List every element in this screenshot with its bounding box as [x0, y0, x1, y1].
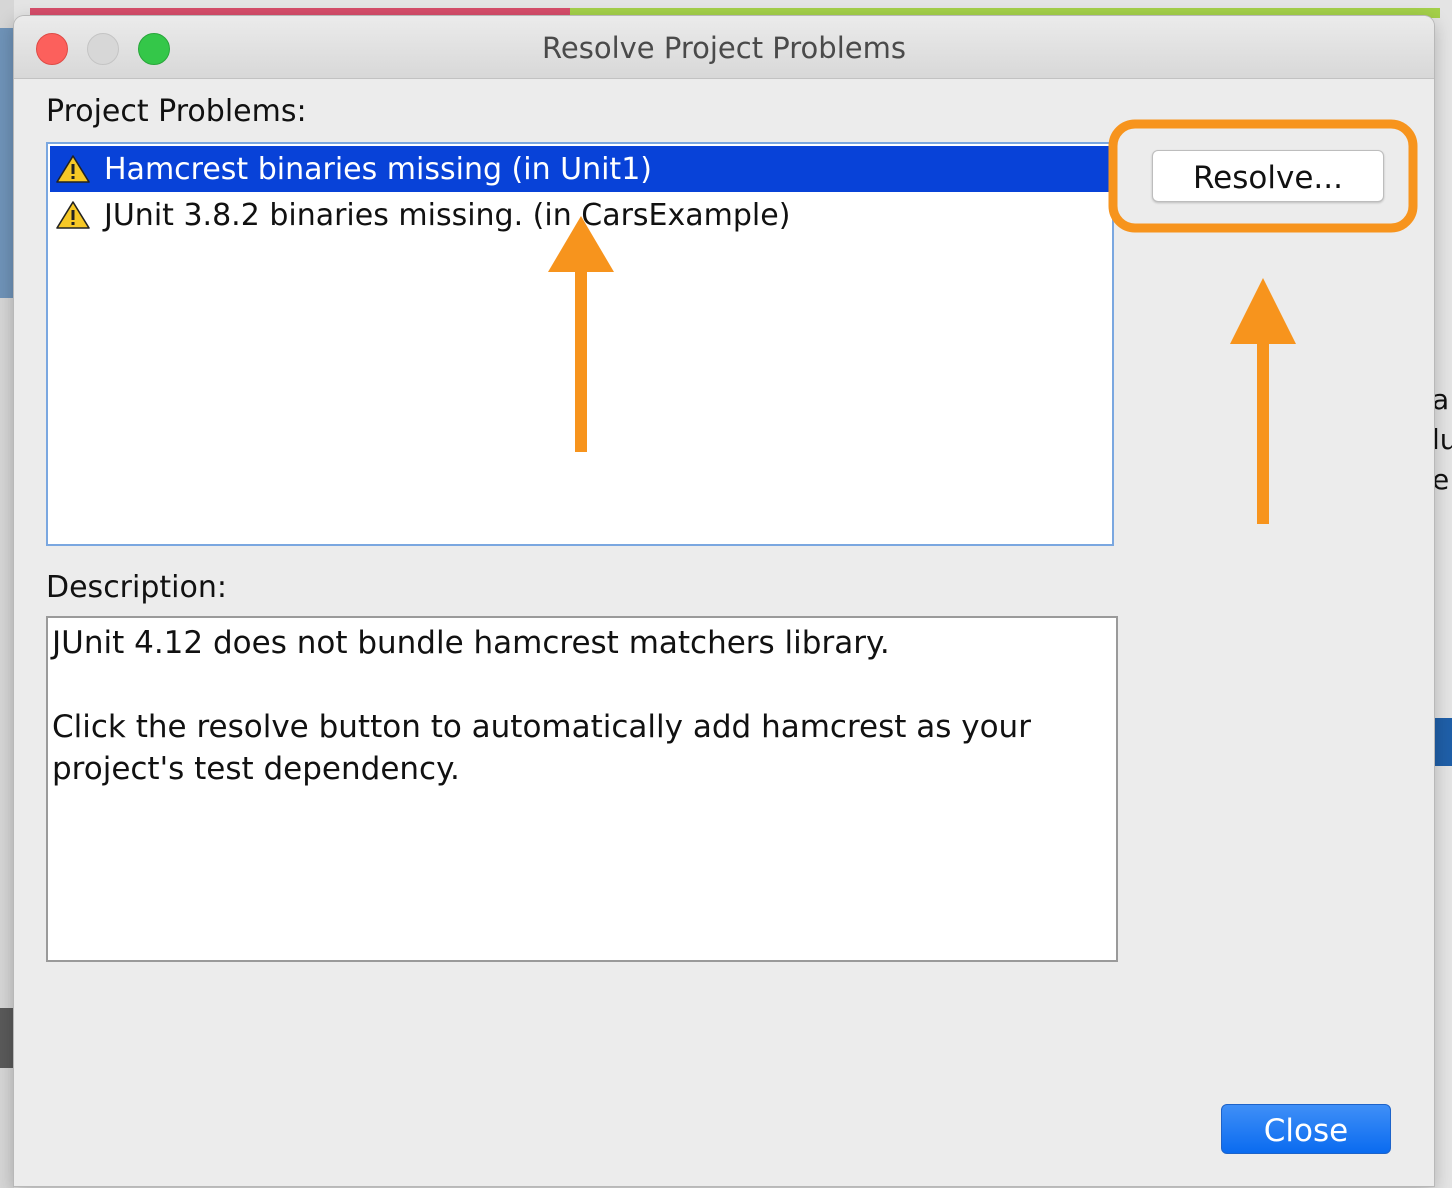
- problem-item-label: JUnit 3.8.2 binaries missing. (in CarsEx…: [104, 197, 791, 233]
- background-text-line: lu: [1432, 423, 1452, 456]
- window-zoom-button[interactable]: [138, 33, 170, 65]
- close-button[interactable]: Close: [1221, 1104, 1391, 1154]
- background-left-bar: [0, 1008, 14, 1068]
- project-problems-list[interactable]: Hamcrest binaries missing (in Unit1) JUn…: [46, 142, 1114, 546]
- title-bar[interactable]: Resolve Project Problems: [14, 16, 1434, 79]
- description-text-area[interactable]: JUnit 4.12 does not bundle hamcrest matc…: [46, 616, 1118, 962]
- problem-item-hamcrest[interactable]: Hamcrest binaries missing (in Unit1): [50, 146, 1110, 192]
- resolve-button[interactable]: Resolve...: [1152, 150, 1384, 202]
- window-minimize-button[interactable]: [87, 33, 119, 65]
- problem-item-junit[interactable]: JUnit 3.8.2 binaries missing. (in CarsEx…: [50, 192, 1110, 238]
- background-text-line: a: [1432, 383, 1450, 416]
- project-problems-label: Project Problems:: [46, 94, 307, 129]
- background-left-panel: [0, 28, 14, 298]
- description-label: Description:: [46, 570, 227, 605]
- warning-icon: [56, 155, 90, 183]
- warning-icon: [56, 201, 90, 229]
- problem-item-label: Hamcrest binaries missing (in Unit1): [104, 151, 652, 187]
- dialog-title: Resolve Project Problems: [542, 31, 906, 65]
- background-text-line: e: [1432, 463, 1450, 496]
- description-line: Click the resolve button to automaticall…: [52, 709, 1031, 787]
- resolve-problems-dialog: Resolve Project Problems Project Problem…: [14, 16, 1434, 1186]
- window-close-button[interactable]: [36, 33, 68, 65]
- background-partial-text: a lu e: [1432, 380, 1452, 500]
- description-line: JUnit 4.12 does not bundle hamcrest matc…: [52, 625, 890, 661]
- background-right-block: [1434, 718, 1452, 766]
